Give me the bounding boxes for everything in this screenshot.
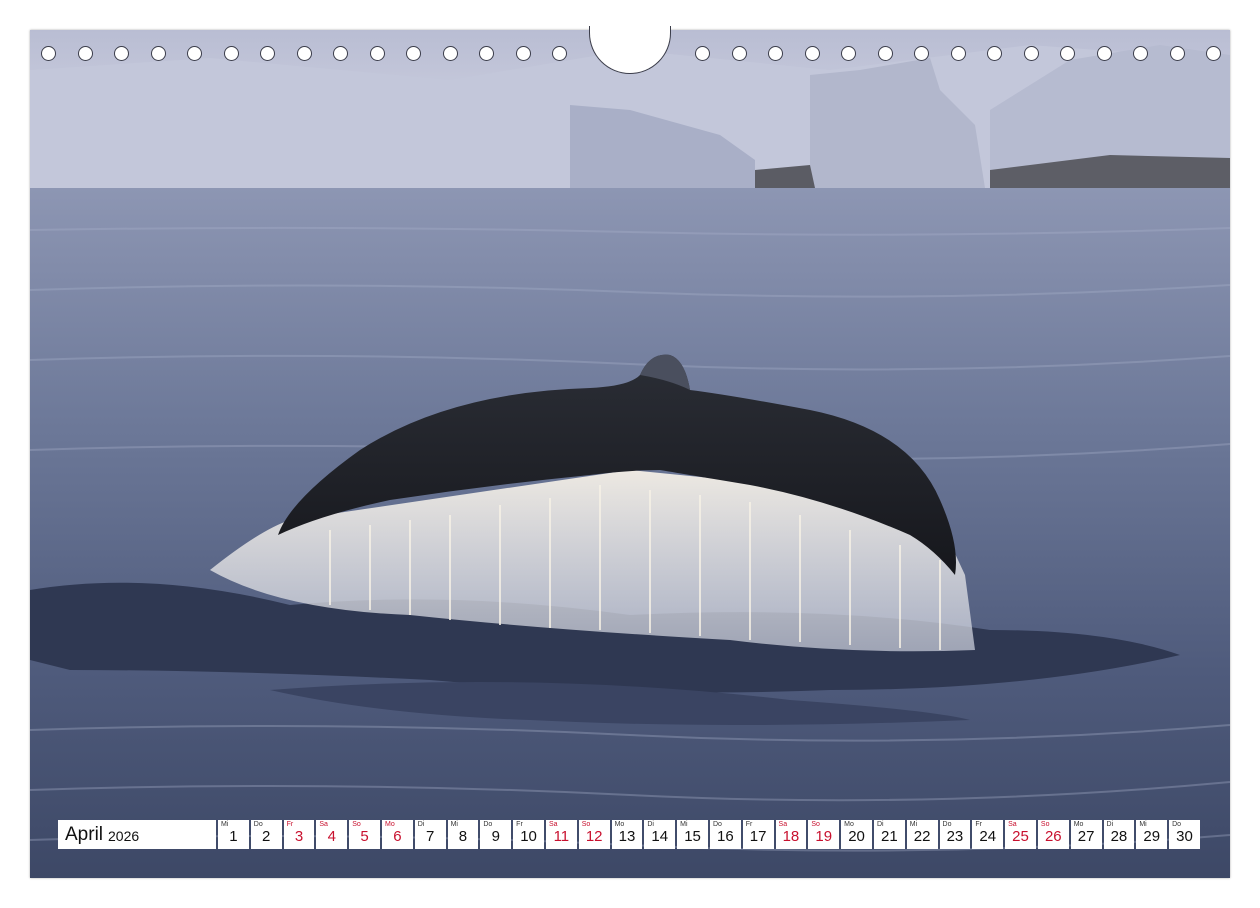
photo-illustration (30, 30, 1230, 878)
month-name: April (65, 823, 104, 845)
day-number: 16 (717, 828, 734, 845)
day-number: 20 (848, 828, 865, 845)
day-number: 8 (458, 828, 468, 845)
day-number: 22 (913, 828, 931, 845)
day-number: 19 (815, 828, 833, 845)
day-cell: Sa 4 (316, 820, 348, 849)
day-number: 27 (1077, 828, 1095, 845)
day-number: 10 (520, 828, 537, 845)
day-cell: Mo 20 (841, 820, 872, 849)
day-number: 12 (585, 828, 603, 845)
day-cell: Mi 22 (906, 820, 938, 849)
day-cell: Mo 27 (1070, 820, 1102, 849)
month-label: April 2026 (58, 820, 216, 849)
day-number: 3 (294, 828, 304, 845)
day-cell: So 12 (578, 820, 610, 849)
day-number: 29 (1143, 828, 1161, 845)
day-number: 13 (618, 828, 636, 845)
day-number: 28 (1110, 828, 1128, 845)
calendar-page: April 2026 Mi 1 Do 2 Fr 3 Sa 4 So 5 Mo 6 Di 7 Mi 8 Do 9 Fr… (0, 0, 1260, 908)
day-cell: Mi 8 (447, 820, 479, 849)
day-cell: Sa 11 (545, 820, 577, 849)
day-number: 1 (229, 828, 238, 845)
day-cell: Mi 1 (218, 820, 249, 849)
day-cell: Mo 13 (611, 820, 643, 849)
day-number: 21 (880, 828, 898, 845)
day-cell: Di 7 (414, 820, 446, 849)
day-cell: So 26 (1037, 820, 1069, 849)
day-number: 4 (327, 828, 336, 845)
day-cell: Do 23 (939, 820, 971, 849)
day-cell: Fr 3 (283, 820, 315, 849)
day-cell: Sa 25 (1005, 820, 1036, 849)
day-cell: Do 30 (1169, 820, 1200, 849)
day-number: 18 (782, 828, 800, 845)
day-cell: Di 28 (1103, 820, 1135, 849)
day-cell: Do 16 (709, 820, 741, 849)
day-number: 25 (1012, 828, 1029, 845)
day-cell: Mi 29 (1136, 820, 1168, 849)
month-year: 2026 (108, 828, 140, 844)
day-number: 11 (553, 828, 570, 845)
day-number: 17 (749, 828, 767, 845)
calendar-strip: April 2026 Mi 1 Do 2 Fr 3 Sa 4 So 5 Mo 6 Di 7 Mi 8 Do 9 Fr… (58, 820, 1200, 849)
day-cell: Fr 17 (742, 820, 774, 849)
day-cell: Fr 24 (972, 820, 1004, 849)
day-number: 6 (393, 828, 402, 845)
day-number: 9 (491, 828, 500, 845)
day-cell: So 19 (808, 820, 840, 849)
day-number: 5 (360, 828, 369, 845)
day-cell: Mi 15 (677, 820, 708, 849)
day-number: 26 (1044, 828, 1062, 845)
whale-tail-photo (30, 30, 1230, 878)
day-number: 30 (1176, 828, 1193, 845)
day-cell: Mo 6 (381, 820, 413, 849)
day-number: 23 (946, 828, 964, 845)
day-cell: Di 21 (873, 820, 905, 849)
day-cell: So 5 (349, 820, 380, 849)
day-number: 24 (979, 828, 997, 845)
day-cell: Fr 10 (513, 820, 544, 849)
day-number: 2 (262, 828, 271, 845)
day-number: 15 (684, 828, 701, 845)
day-number: 14 (651, 828, 669, 845)
day-number: 7 (426, 828, 435, 845)
day-cell: Do 2 (250, 820, 282, 849)
day-cell: Sa 18 (775, 820, 807, 849)
day-cell: Di 14 (644, 820, 676, 849)
day-cell: Do 9 (480, 820, 512, 849)
